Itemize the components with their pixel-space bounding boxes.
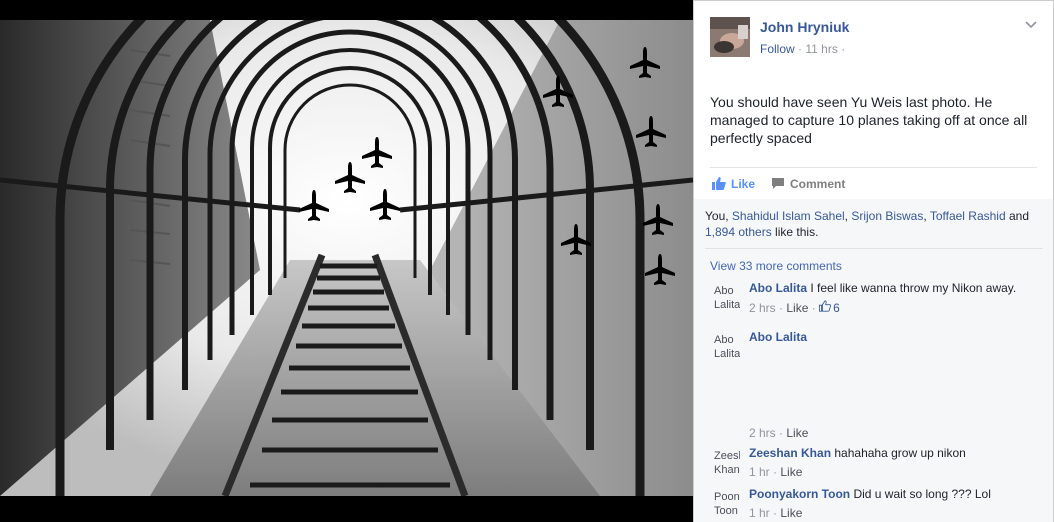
meta-separator-2: ·	[841, 42, 846, 56]
commenter-avatar[interactable]: Abo Lalita	[714, 284, 740, 310]
like-button[interactable]: Like	[712, 177, 755, 191]
photo-viewer	[0, 0, 693, 522]
comment-time[interactable]: 1 hr	[749, 465, 770, 479]
comment-item: Poonyakorn Toon Poonyakorn Toon Did u wa…	[705, 487, 1043, 520]
comment-button[interactable]: Comment	[771, 177, 845, 191]
meta-separator: ·	[773, 506, 778, 520]
comment-meta: 1 hr · Like	[749, 465, 1043, 479]
comment-text: I feel like wanna throw my Nikon away.	[810, 281, 1017, 295]
post-content: John Hryniuk Follow · 11 hrs · You shoul…	[694, 1, 1053, 199]
post-actions: Like Comment	[710, 167, 1037, 199]
comment-like-count[interactable]: 6	[819, 300, 840, 315]
likes-you: You,	[705, 209, 732, 223]
post-text: You should have seen Yu Weis last photo.…	[710, 94, 1028, 146]
comment-like-link[interactable]: Like	[786, 426, 808, 440]
comment-item: Abo Lalita Abo Lalita I feel like wanna …	[705, 281, 1043, 315]
liker-link[interactable]: Toffael Rashid	[930, 209, 1006, 223]
thumbs-up-outline-icon	[819, 300, 832, 315]
comment-text: Did u wait so long ??? Lol	[853, 487, 991, 501]
post-time[interactable]: 11 hrs	[805, 42, 837, 56]
meta-separator: ·	[773, 465, 778, 479]
commenter-name[interactable]: Abo Lalita	[749, 330, 807, 344]
post-sidebar: John Hryniuk Follow · 11 hrs · You shoul…	[693, 0, 1054, 522]
meta-separator: ·	[779, 426, 784, 440]
comment-meta: 1 hr · Like	[749, 506, 1043, 520]
feedback-section: You, Shahidul Islam Sahel, Srijon Biswas…	[694, 199, 1053, 520]
follow-link[interactable]: Follow	[760, 42, 795, 56]
commenter-name[interactable]: Abo Lalita	[749, 281, 807, 295]
liker-link[interactable]: Srijon Biswas	[851, 209, 923, 223]
comment-time[interactable]: 2 hrs	[749, 426, 776, 440]
comment-time[interactable]: 2 hrs	[749, 301, 776, 315]
likes-and: and	[1005, 209, 1029, 223]
author-name[interactable]: John Hryniuk	[760, 19, 849, 35]
liker-link[interactable]: Shahidul Islam Sahel	[732, 209, 845, 223]
comment-like-link[interactable]: Like	[786, 301, 808, 315]
commenter-avatar[interactable]: Abo Lalita	[714, 333, 740, 359]
likes-tail: like this.	[771, 225, 819, 239]
like-label: Like	[731, 176, 756, 191]
commenter-avatar[interactable]: Zeeshan Khan	[714, 449, 740, 475]
meta-separator: ·	[798, 42, 803, 56]
comment-like-link[interactable]: Like	[780, 465, 802, 479]
post-photo[interactable]	[0, 20, 693, 496]
thumbs-up-icon	[712, 177, 726, 190]
commenter-name[interactable]: Zeeshan Khan	[749, 446, 831, 460]
comment-like-link[interactable]: Like	[780, 506, 802, 520]
commenter-name[interactable]: Poonyakorn Toon	[749, 487, 850, 501]
meta-separator: ·	[779, 301, 784, 315]
comment-item: Abo Lalita Abo Lalita 2 hrs · Like	[705, 330, 1043, 440]
post-meta: Follow · 11 hrs ·	[760, 42, 845, 56]
comment-like-number: 6	[833, 300, 840, 315]
comment-text: hahahaha grow up nikon	[834, 446, 966, 460]
comment-bubble-icon	[771, 177, 785, 190]
comment-item: Zeeshan Khan Zeeshan Khan hahahaha grow …	[705, 446, 1043, 479]
comment-time[interactable]: 1 hr	[749, 506, 770, 520]
meta-separator: ·	[811, 301, 816, 315]
likes-others-link[interactable]: 1,894 others	[705, 225, 772, 239]
chevron-down-icon[interactable]	[1025, 17, 1037, 32]
comment-meta: 2 hrs · Like	[749, 426, 808, 440]
post-header: John Hryniuk Follow · 11 hrs ·	[710, 1, 1037, 71]
author-avatar[interactable]	[710, 17, 750, 57]
comment-label: Comment	[790, 176, 846, 191]
comment-meta: 2 hrs · Like · 6	[749, 300, 1043, 315]
view-more-comments[interactable]: View 33 more comments	[705, 249, 1043, 279]
likes-summary: You, Shahidul Islam Sahel, Srijon Biswas…	[705, 199, 1043, 249]
commenter-avatar[interactable]: Poonyakorn Toon	[714, 490, 740, 516]
